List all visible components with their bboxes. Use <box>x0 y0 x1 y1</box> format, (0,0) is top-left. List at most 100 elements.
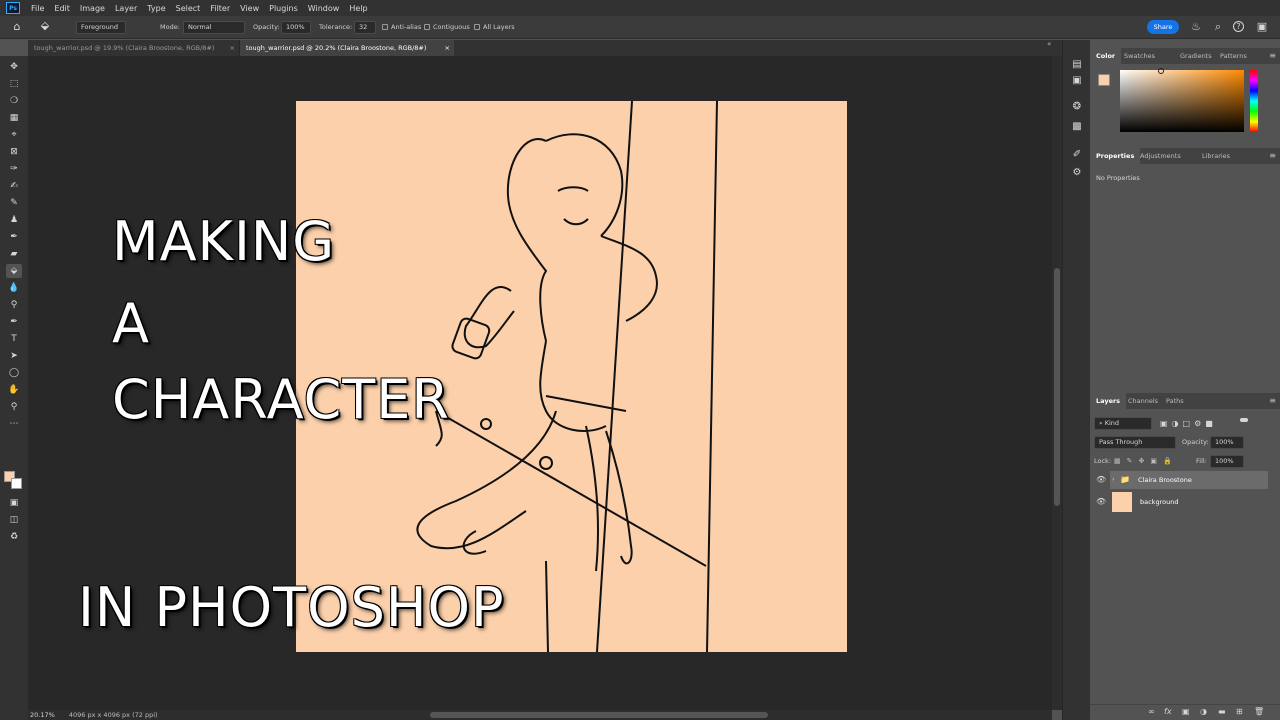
workspace-icon[interactable]: ▣ <box>1255 20 1269 34</box>
share-button[interactable]: Share <box>1147 20 1179 34</box>
blur-tool-icon[interactable]: 💧 <box>6 281 22 295</box>
fill-input[interactable]: 100% <box>1210 455 1244 468</box>
collapse-icon[interactable]: « <box>1047 40 1051 48</box>
tab-swatches[interactable]: Swatches <box>1118 48 1161 64</box>
menu-layer[interactable]: Layer <box>110 4 142 13</box>
tab-layers[interactable]: Layers <box>1090 393 1127 409</box>
color-field[interactable] <box>1120 70 1244 132</box>
panel-menu-icon[interactable]: ≡ <box>1269 51 1276 60</box>
kind-filter-select[interactable]: ⌕ Kind <box>1094 417 1152 430</box>
background-color-swatch[interactable] <box>11 478 22 489</box>
layer-row[interactable]: 👁 › 📁 Claira Broostone <box>1090 469 1268 491</box>
mask-icon[interactable]: ▣ <box>1182 707 1190 716</box>
more-tools-icon[interactable]: ⋯ <box>6 417 22 431</box>
bell-icon[interactable]: ♨ <box>1189 20 1203 34</box>
menu-image[interactable]: Image <box>75 4 110 13</box>
healing-tool-icon[interactable]: ✍ <box>6 179 22 193</box>
eraser-tool-icon[interactable]: ▰ <box>6 247 22 261</box>
tab-gradients[interactable]: Gradients <box>1174 48 1218 64</box>
pen-tool-icon[interactable]: ✒ <box>6 315 22 329</box>
screen-mode-icon[interactable]: ◫ <box>6 513 22 527</box>
fg-color-swatch[interactable] <box>1098 74 1110 86</box>
tab-libraries[interactable]: Libraries <box>1196 148 1236 164</box>
home-icon[interactable]: ⌂ <box>10 20 24 34</box>
comments-icon[interactable]: ▣ <box>1070 74 1084 88</box>
folder-icon[interactable]: ▬ <box>1218 707 1226 716</box>
history-icon[interactable]: ▤ <box>1070 58 1084 72</box>
histogram-icon[interactable]: ▩ <box>1070 120 1084 134</box>
filter-toggle[interactable] <box>1240 418 1248 422</box>
share-canvas-icon[interactable]: ♻ <box>6 530 22 544</box>
tab-adjustments[interactable]: Adjustments <box>1134 148 1187 164</box>
brush-tool-icon[interactable]: ✎ <box>6 196 22 210</box>
close-icon[interactable]: × <box>230 40 235 56</box>
trash-icon[interactable]: 🗑 <box>1254 707 1264 716</box>
marquee-tool-icon[interactable]: ⬚ <box>6 77 22 91</box>
stamp-tool-icon[interactable]: ♟ <box>6 213 22 227</box>
tab-patterns[interactable]: Patterns <box>1214 48 1253 64</box>
lasso-tool-icon[interactable]: ❍ <box>6 94 22 108</box>
blend-mode-select[interactable]: Pass Through <box>1094 436 1176 449</box>
mode-select[interactable]: Normal <box>183 21 245 34</box>
zoom-tool-icon[interactable]: ⚲ <box>6 400 22 414</box>
frame-tool-icon[interactable]: ⊠ <box>6 145 22 159</box>
opacity-input[interactable]: 100% <box>281 21 311 34</box>
panel-menu-icon[interactable]: ≡ <box>1269 396 1276 405</box>
tab-paths[interactable]: Paths <box>1160 393 1190 409</box>
menu-type[interactable]: Type <box>142 4 170 13</box>
layer-opacity-input[interactable]: 100% <box>1210 436 1244 449</box>
menu-plugins[interactable]: Plugins <box>264 4 303 13</box>
eyedropper-tool-icon[interactable]: ✑ <box>6 162 22 176</box>
all-layers-checkbox[interactable] <box>474 24 480 30</box>
hand-tool-icon[interactable]: ✋ <box>6 383 22 397</box>
tab-document-1[interactable]: tough_warrior.psd @ 19.9% (Claira Broost… <box>28 40 240 56</box>
type-tool-icon[interactable]: T <box>6 332 22 346</box>
search-icon[interactable]: ⌕ <box>1211 20 1225 34</box>
vertical-scroll-thumb[interactable] <box>1054 268 1060 506</box>
menu-select[interactable]: Select <box>171 4 206 13</box>
lock-icons[interactable]: ▦✎✥▣🔒 <box>1114 457 1178 465</box>
history-brush-tool-icon[interactable]: ✒ <box>6 230 22 244</box>
quick-mask-icon[interactable]: ▣ <box>6 496 22 510</box>
layer-filter-icons[interactable]: ▣◑□⚙■ <box>1160 419 1217 428</box>
tab-document-2[interactable]: tough_warrior.psd @ 20.2% (Claira Broost… <box>240 40 454 56</box>
adjust-settings-icon[interactable]: ⚙ <box>1070 166 1084 180</box>
new-layer-icon[interactable]: ⊞ <box>1236 707 1243 716</box>
paint-bucket-icon[interactable]: ⬙ <box>38 19 52 33</box>
panel-menu-icon[interactable]: ≡ <box>1269 151 1276 160</box>
adjustment-icon[interactable]: ◑ <box>1200 707 1207 716</box>
visibility-eye-icon[interactable]: 👁 <box>1096 491 1106 513</box>
menu-help[interactable]: Help <box>344 4 372 13</box>
dodge-tool-icon[interactable]: ⚲ <box>6 298 22 312</box>
menu-file[interactable]: File <box>26 4 49 13</box>
fill-source-select[interactable]: Foreground <box>76 21 126 34</box>
expand-chevron-icon[interactable]: › <box>1112 469 1114 491</box>
menu-edit[interactable]: Edit <box>49 4 75 13</box>
help-icon[interactable]: ? <box>1233 21 1244 32</box>
menu-filter[interactable]: Filter <box>205 4 235 13</box>
contiguous-checkbox[interactable] <box>424 24 430 30</box>
hue-slider[interactable] <box>1250 70 1258 132</box>
link-icon[interactable]: ∞ <box>1148 707 1155 716</box>
navigator-icon[interactable]: ❂ <box>1070 100 1084 114</box>
tolerance-input[interactable]: 32 <box>354 21 376 34</box>
move-tool-icon[interactable]: ✥ <box>6 60 22 74</box>
path-select-tool-icon[interactable]: ➤ <box>6 349 22 363</box>
visibility-eye-icon[interactable]: 👁 <box>1096 469 1106 491</box>
menu-window[interactable]: Window <box>303 4 345 13</box>
ellipse-tool-icon[interactable]: ◯ <box>6 366 22 380</box>
antialias-checkbox[interactable] <box>382 24 388 30</box>
tab-color[interactable]: Color <box>1090 48 1122 64</box>
horizontal-scroll-thumb[interactable] <box>430 712 768 718</box>
brushes-icon[interactable]: ✐ <box>1070 148 1084 162</box>
tab-channels[interactable]: Channels <box>1122 393 1164 409</box>
paint-bucket-tool-icon[interactable]: ⬙ <box>6 264 22 278</box>
object-select-tool-icon[interactable]: ▦ <box>6 111 22 125</box>
layer-row[interactable]: 👁 background <box>1090 491 1268 513</box>
close-icon[interactable]: × <box>445 40 450 56</box>
crop-tool-icon[interactable]: ⌖ <box>6 128 22 142</box>
zoom-level[interactable]: 20.17% <box>30 711 55 719</box>
menu-view[interactable]: View <box>235 4 264 13</box>
tab-properties[interactable]: Properties <box>1090 148 1141 164</box>
fx-icon[interactable]: fx <box>1164 707 1172 716</box>
